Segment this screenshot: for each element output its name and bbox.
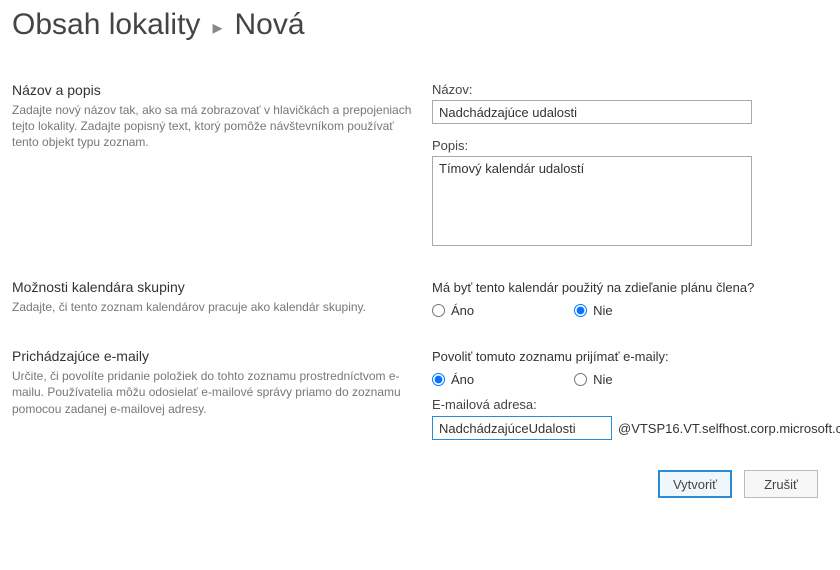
breadcrumb-parent[interactable]: Obsah lokality [12, 8, 200, 42]
incoming-email-yes-option[interactable]: Áno [432, 372, 474, 387]
section-heading: Prichádzajúce e-maily [12, 348, 412, 364]
description-textarea[interactable] [432, 156, 752, 246]
name-input[interactable] [432, 100, 752, 124]
section-help: Zadajte, či tento zoznam kalendárov prac… [12, 299, 412, 315]
radio-label-yes: Áno [451, 303, 474, 318]
email-address-label: E-mailová adresa: [432, 397, 840, 412]
breadcrumb-current: Nová [234, 8, 304, 42]
section-help: Zadajte nový názov tak, ako sa má zobraz… [12, 102, 412, 151]
incoming-email-yes-radio[interactable] [432, 373, 445, 386]
description-label: Popis: [432, 138, 828, 153]
section-group-calendar: Možnosti kalendára skupiny Zadajte, či t… [12, 279, 828, 318]
section-name-description: Názov a popis Zadajte nový názov tak, ak… [12, 82, 828, 249]
chevron-right-icon: ▸ [212, 15, 222, 40]
radio-label-no: Nie [593, 303, 613, 318]
group-calendar-no-option[interactable]: Nie [574, 303, 613, 318]
group-calendar-yes-radio[interactable] [432, 304, 445, 317]
radio-label-yes: Áno [451, 372, 474, 387]
name-label: Názov: [432, 82, 828, 97]
section-help: Určite, či povolíte pridanie položiek do… [12, 368, 412, 417]
incoming-email-no-radio[interactable] [574, 373, 587, 386]
button-row: Vytvoriť Zrušiť [12, 470, 828, 498]
create-button[interactable]: Vytvoriť [658, 470, 732, 498]
group-calendar-yes-option[interactable]: Áno [432, 303, 474, 318]
email-address-input[interactable] [432, 416, 612, 440]
radio-label-no: Nie [593, 372, 613, 387]
cancel-button[interactable]: Zrušiť [744, 470, 818, 498]
incoming-email-question: Povoliť tomuto zoznamu prijímať e-maily: [432, 348, 840, 366]
email-address-suffix: @VTSP16.VT.selfhost.corp.microsoft.com [618, 421, 840, 436]
breadcrumb: Obsah lokality ▸ Nová [12, 8, 828, 42]
incoming-email-no-option[interactable]: Nie [574, 372, 613, 387]
section-incoming-email: Prichádzajúce e-maily Určite, či povolít… [12, 348, 828, 440]
section-heading: Možnosti kalendára skupiny [12, 279, 412, 295]
group-calendar-question: Má byť tento kalendár použitý na zdieľan… [432, 279, 828, 297]
group-calendar-no-radio[interactable] [574, 304, 587, 317]
section-heading: Názov a popis [12, 82, 412, 98]
